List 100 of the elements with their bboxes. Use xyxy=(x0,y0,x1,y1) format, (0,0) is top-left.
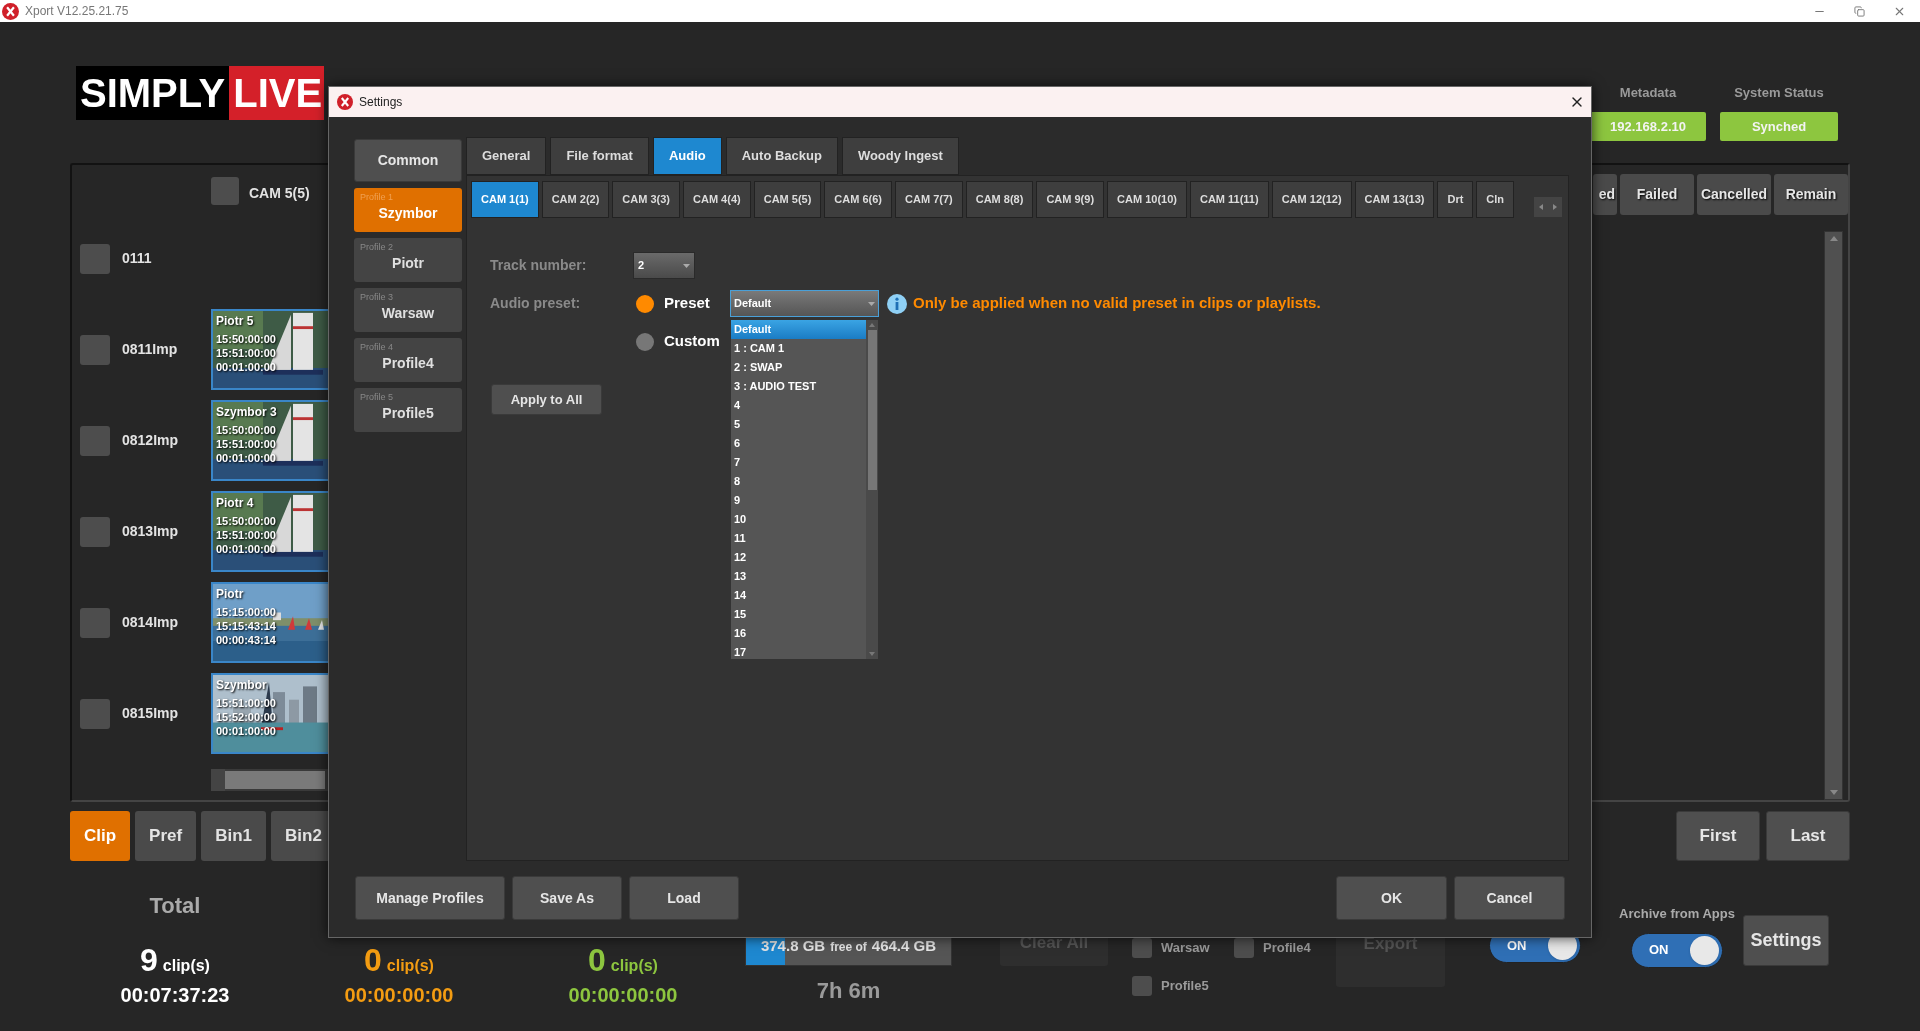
preset-option[interactable]: 5 xyxy=(731,415,866,434)
profile-button[interactable]: Profile 5 Profile5 xyxy=(354,388,462,432)
clip-out-time: 15:15:43:14 xyxy=(216,619,276,633)
tab-scroll-buttons[interactable] xyxy=(1534,197,1562,217)
checkbox[interactable] xyxy=(211,177,239,205)
preset-option[interactable]: 3 : AUDIO TEST xyxy=(731,377,866,396)
preset-option[interactable]: 11 xyxy=(731,529,866,548)
camera-tab[interactable]: CAM 8(8) xyxy=(965,181,1034,218)
status-indicator: 192.168.2.10 xyxy=(1590,112,1706,141)
scrollbar[interactable] xyxy=(866,320,878,659)
clip-label: 0812Imp xyxy=(122,431,180,450)
clip-count: 0 xyxy=(588,942,606,978)
camera-tab[interactable]: Cln xyxy=(1476,181,1515,218)
footer-button[interactable]: Cancel xyxy=(1454,876,1565,920)
status-label: Metadata xyxy=(1619,84,1677,102)
camera-tab[interactable]: CAM 13(13) xyxy=(1354,181,1435,218)
column-header[interactable]: Cancelled xyxy=(1697,174,1771,215)
settings-button[interactable]: Settings xyxy=(1743,915,1829,966)
column-header[interactable]: Failed xyxy=(1620,174,1694,215)
profile-button[interactable]: Profile 2 Piotr xyxy=(354,238,462,282)
checkbox[interactable] xyxy=(80,334,110,365)
preset-option[interactable]: 8 xyxy=(731,472,866,491)
scroll-up-icon[interactable] xyxy=(1829,236,1838,241)
apply-to-all-button[interactable]: Apply to All xyxy=(491,384,602,415)
scroll-down-icon[interactable] xyxy=(1829,790,1838,795)
column-header[interactable]: Remain xyxy=(1774,174,1848,215)
checkbox[interactable] xyxy=(80,607,110,638)
preset-option[interactable]: 16 xyxy=(731,624,866,643)
preset-dropdown[interactable]: Default xyxy=(730,290,879,317)
preset-option[interactable]: 15 xyxy=(731,605,866,624)
radio-label: Custom xyxy=(664,331,721,352)
toggle-switch[interactable]: ON xyxy=(1631,932,1723,968)
column-header[interactable]: ed xyxy=(1593,174,1617,215)
camera-tab[interactable]: CAM 10(10) xyxy=(1107,181,1187,218)
checkbox[interactable] xyxy=(80,425,110,456)
settings-tab[interactable]: Auto Backup xyxy=(725,137,838,175)
nav-button[interactable]: Last xyxy=(1766,811,1850,861)
clip-label: 0815Imp xyxy=(122,704,180,723)
radio-button[interactable] xyxy=(636,294,654,313)
settings-tab[interactable]: Audio xyxy=(652,137,722,175)
camera-tab[interactable]: CAM 4(4) xyxy=(683,181,751,218)
scroll-down-icon[interactable] xyxy=(869,652,875,656)
footer-button[interactable]: OK xyxy=(1336,876,1447,920)
nav-button[interactable]: First xyxy=(1676,811,1760,861)
common-button[interactable]: Common xyxy=(354,139,462,182)
scrollbar[interactable] xyxy=(1824,231,1843,800)
track-number-dropdown[interactable]: 2 xyxy=(633,252,695,279)
checkbox[interactable] xyxy=(80,698,110,729)
clip-in-time: 15:50:00:00 xyxy=(216,514,276,528)
scroll-up-icon[interactable] xyxy=(869,323,875,327)
restore-icon[interactable] xyxy=(1854,5,1865,17)
camera-tab[interactable]: CAM 2(2) xyxy=(541,181,610,218)
camera-tab[interactable]: CAM 9(9) xyxy=(1036,181,1105,218)
info-message: Only be applied when no valid preset in clips or playlists. xyxy=(913,293,1321,314)
camera-tab[interactable]: CAM 12(12) xyxy=(1271,181,1352,218)
camera-tab[interactable]: CAM 5(5) xyxy=(753,181,822,218)
preset-option[interactable]: 14 xyxy=(731,586,866,605)
radio-button[interactable] xyxy=(636,332,654,351)
camera-tab[interactable]: CAM 3(3) xyxy=(612,181,680,218)
preset-option[interactable]: 10 xyxy=(731,510,866,529)
total-time: 00:00:00:00 xyxy=(568,983,678,1008)
clip-in-time: 15:50:00:00 xyxy=(216,423,276,437)
settings-tab[interactable]: Woody Ingest xyxy=(841,137,959,175)
view-tab[interactable]: Pref xyxy=(135,811,197,861)
settings-tab[interactable]: File format xyxy=(550,137,649,175)
clip-duration: 00:00:43:14 xyxy=(216,633,276,647)
checkbox[interactable] xyxy=(1132,976,1152,996)
camera-tab[interactable]: Drt xyxy=(1437,181,1474,218)
preset-option[interactable]: 12 xyxy=(731,548,866,567)
dialog-title: Settings xyxy=(359,94,403,111)
camera-tab[interactable]: CAM 7(7) xyxy=(895,181,963,218)
field-label: Track number: xyxy=(490,256,588,275)
preset-option[interactable]: 4 xyxy=(731,396,866,415)
preset-option[interactable]: 1 : CAM 1 xyxy=(731,339,866,358)
footer-button[interactable]: Save As xyxy=(512,876,622,920)
view-tab[interactable]: Bin1 xyxy=(201,811,267,861)
preset-option[interactable]: 6 xyxy=(731,434,866,453)
profile-check-label: Profile4 xyxy=(1263,939,1311,958)
preset-option[interactable]: 13 xyxy=(731,567,866,586)
info-icon xyxy=(887,293,907,314)
camera-tab[interactable]: CAM 1(1) xyxy=(471,181,539,218)
camera-tab[interactable]: CAM 11(11) xyxy=(1189,181,1269,218)
preset-option[interactable]: 9 xyxy=(731,491,866,510)
checkbox[interactable] xyxy=(80,516,110,547)
remaining-time: 7h 6m xyxy=(816,977,881,1005)
checkbox[interactable] xyxy=(1234,938,1254,958)
footer-button[interactable]: Manage Profiles xyxy=(355,876,505,920)
clip-label: 0111 xyxy=(122,249,153,268)
checkbox[interactable] xyxy=(1132,938,1152,958)
settings-tab[interactable]: General xyxy=(466,137,547,175)
clip-in-time: 15:50:00:00 xyxy=(216,332,276,346)
clip-name: Piotr 5 xyxy=(216,313,254,330)
preset-option[interactable]: 17 xyxy=(731,643,866,662)
preset-option[interactable]: 2 : SWAP xyxy=(731,358,866,377)
checkbox[interactable] xyxy=(80,243,110,274)
preset-option[interactable]: 7 xyxy=(731,453,866,472)
camera-tab[interactable]: CAM 6(6) xyxy=(824,181,893,218)
footer-button[interactable]: Load xyxy=(629,876,739,920)
status-indicator: Synched xyxy=(1720,112,1838,141)
profile-button[interactable]: Profile 4 Profile4 xyxy=(354,338,462,382)
